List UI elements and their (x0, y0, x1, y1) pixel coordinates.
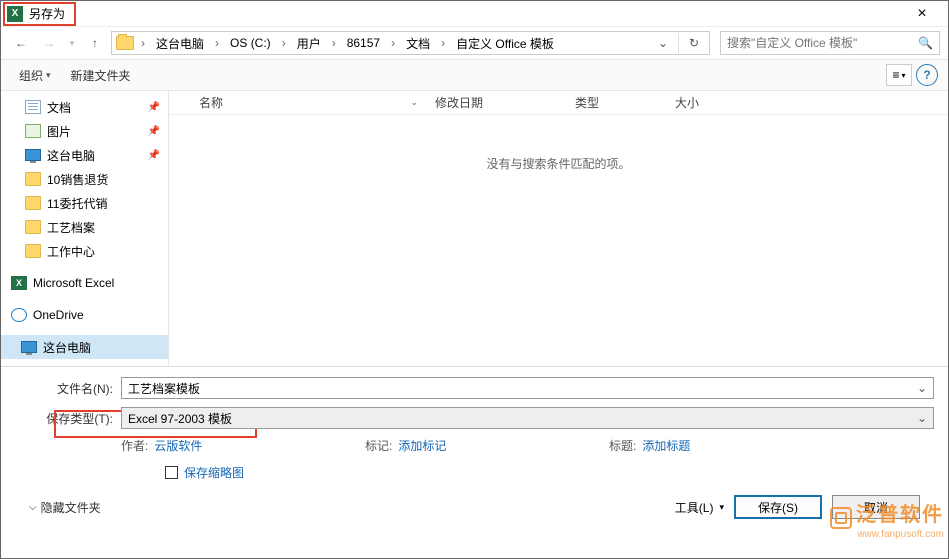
save-thumbnail-label: 保存缩略图 (184, 464, 244, 481)
tree-item[interactable]: 图片 📌 (1, 119, 168, 143)
tree-item[interactable]: 这台电脑 📌 (1, 143, 168, 167)
tree-item[interactable]: X Microsoft Excel (1, 271, 168, 295)
forward-dropdown[interactable]: ▾ (65, 31, 79, 55)
tree-item[interactable]: 工艺档案 (1, 215, 168, 239)
author-label: 作者: (121, 437, 148, 454)
tree-item-label: 11委托代销 (47, 195, 107, 212)
save-thumbnail-checkbox[interactable] (165, 466, 178, 479)
chevron-down-icon: ⌄ (917, 381, 927, 395)
view-button[interactable]: ≡▾ (886, 64, 912, 86)
nav-tree: 文档 📌 图片 📌 这台电脑 📌 10销售退货 11委托代销工艺档案工作中心 X Microsof… (1, 91, 169, 366)
cancel-button[interactable]: 取消 (832, 495, 920, 519)
breadcrumb-item[interactable]: 这台电脑 (152, 35, 208, 52)
tree-item-label: 图片 (47, 123, 71, 140)
filename-label: 文件名(N): (15, 380, 121, 397)
breadcrumb-sep[interactable]: › (136, 36, 150, 50)
breadcrumb-item[interactable]: 86157 (343, 36, 384, 50)
excel-icon: X (7, 6, 23, 22)
address-dropdown[interactable]: ⌄ (652, 36, 674, 50)
docs-icon (25, 100, 41, 114)
sort-icon: ⌄ (410, 97, 418, 108)
tree-item-label: Microsoft Excel (33, 276, 114, 290)
tree-item[interactable]: 10销售退货 (1, 167, 168, 191)
new-folder-button[interactable]: 新建文件夹 (63, 64, 139, 87)
hide-folders-toggle[interactable]: ⌵隐藏文件夹 (29, 499, 101, 516)
search-box[interactable]: 🔍 (720, 31, 940, 55)
toolbar: 组织▾ 新建文件夹 ≡▾ ? (1, 59, 948, 91)
pin-icon: 📌 (148, 126, 160, 137)
title-value[interactable]: 添加标题 (642, 437, 690, 454)
filetype-select[interactable]: Excel 97-2003 模板⌄ (121, 407, 934, 429)
close-button[interactable]: × (902, 5, 942, 23)
tree-item-label: 工作中心 (47, 243, 95, 260)
address-bar[interactable]: › 这台电脑 › OS (C:) › 用户 › 86157 › 文档 › 自定义… (111, 31, 710, 55)
main-area: 文档 📌 图片 📌 这台电脑 📌 10销售退货 11委托代销工艺档案工作中心 X Microsof… (1, 91, 948, 366)
tools-dropdown[interactable]: 工具(L)▾ (675, 499, 724, 516)
folder-icon (116, 36, 134, 50)
tree-item[interactable]: 工作中心 (1, 239, 168, 263)
col-date[interactable]: 修改日期 (427, 94, 567, 111)
xl-icon: X (11, 276, 27, 290)
tree-item[interactable]: 文档 📌 (1, 95, 168, 119)
tree-item[interactable]: 11委托代销 (1, 191, 168, 215)
tree-item-label: 这台电脑 (47, 147, 95, 164)
tree-item-label: 10销售退货 (47, 171, 108, 188)
tree-item[interactable]: 这台电脑 (1, 335, 168, 359)
pc-icon (21, 341, 37, 353)
breadcrumb-item[interactable]: 自定义 Office 模板 (452, 35, 558, 52)
tree-item-label: 工艺档案 (47, 219, 95, 236)
pic-icon (25, 124, 41, 138)
fold-icon (25, 196, 41, 210)
fold-icon (25, 172, 41, 186)
od-icon (11, 308, 27, 322)
col-size[interactable]: 大小 (667, 94, 708, 111)
back-button[interactable]: ← (9, 31, 33, 55)
tree-item[interactable]: OneDrive (1, 303, 168, 327)
fold-icon (25, 244, 41, 258)
filetype-label: 保存类型(T): (15, 410, 121, 427)
titlebar: X 另存为 × (1, 1, 948, 27)
title-label: 标题: (609, 437, 636, 454)
file-pane: 名称⌄ 修改日期 类型 大小 没有与搜索条件匹配的项。 (169, 91, 948, 366)
save-button[interactable]: 保存(S) (734, 495, 822, 519)
form-area: 文件名(N): 工艺档案模板⌄ 保存类型(T): Excel 97-2003 模… (1, 366, 948, 529)
window-title: 另存为 (29, 5, 65, 22)
search-input[interactable] (727, 36, 918, 50)
pin-icon: 📌 (148, 102, 160, 113)
tree-item-label: 文档 (47, 99, 71, 116)
empty-message: 没有与搜索条件匹配的项。 (169, 155, 948, 172)
tags-label: 标记: (365, 437, 392, 454)
pc-icon (25, 149, 41, 161)
footer: ⌵隐藏文件夹 工具(L)▾ 保存(S) 取消 (15, 495, 934, 519)
organize-button[interactable]: 组织▾ (11, 64, 59, 87)
search-icon[interactable]: 🔍 (918, 36, 933, 50)
fold-icon (25, 220, 41, 234)
col-type[interactable]: 类型 (567, 94, 667, 111)
column-headers: 名称⌄ 修改日期 类型 大小 (169, 91, 948, 115)
tags-value[interactable]: 添加标记 (398, 437, 446, 454)
forward-button[interactable]: → (37, 31, 61, 55)
refresh-button[interactable]: ↻ (683, 36, 705, 50)
up-button[interactable]: ↑ (83, 31, 107, 55)
help-button[interactable]: ? (916, 64, 938, 86)
metadata-row: 作者: 云版软件 标记: 添加标记 标题: 添加标题 (15, 437, 934, 454)
tree-item-label: 这台电脑 (43, 339, 91, 356)
pin-icon: 📌 (148, 150, 160, 161)
breadcrumb-item[interactable]: OS (C:) (226, 36, 275, 50)
author-value[interactable]: 云版软件 (154, 437, 202, 454)
chevron-down-icon: ⌄ (917, 411, 927, 425)
breadcrumb-item[interactable]: 用户 (293, 35, 325, 52)
col-name[interactable]: 名称⌄ (191, 94, 427, 111)
filename-input[interactable]: 工艺档案模板⌄ (121, 377, 934, 399)
breadcrumb-item[interactable]: 文档 (402, 35, 434, 52)
nav-row: ← → ▾ ↑ › 这台电脑 › OS (C:) › 用户 › 86157 › … (1, 27, 948, 59)
tree-item-label: OneDrive (33, 308, 84, 322)
